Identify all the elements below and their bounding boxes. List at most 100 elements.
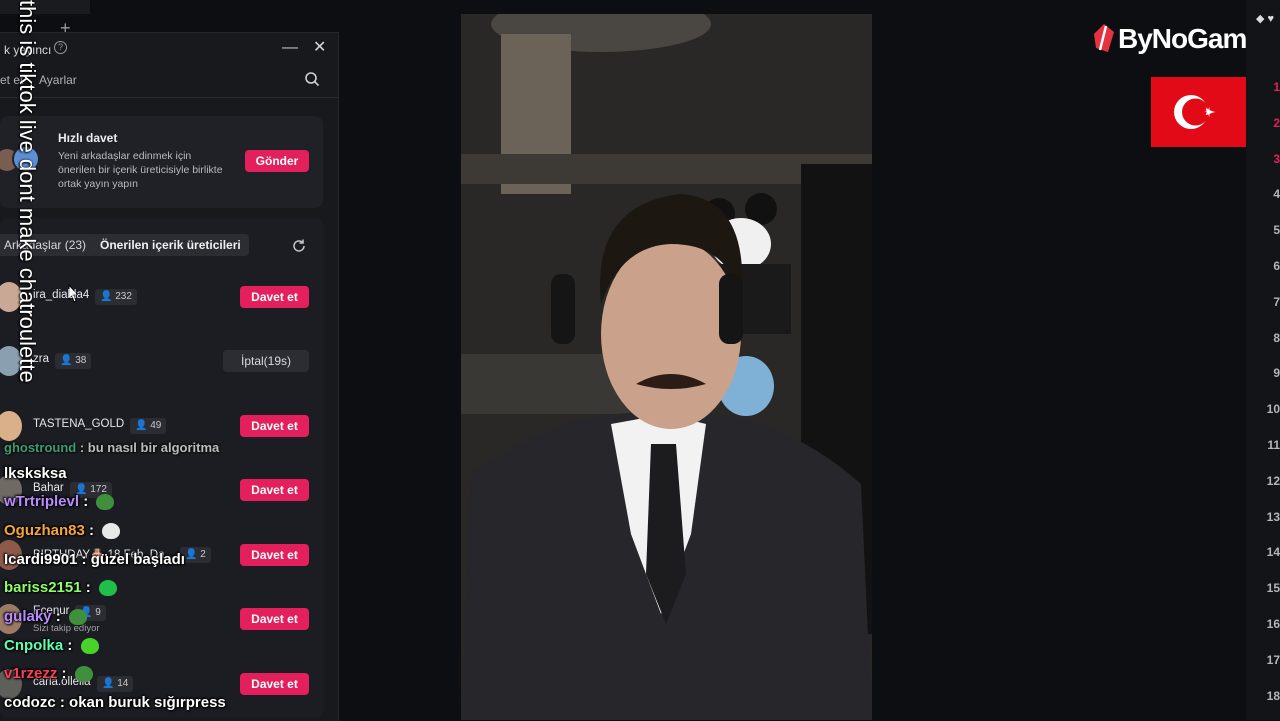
brand-name: ByNoGame — [1118, 23, 1262, 54]
send-button[interactable]: Gönder — [245, 150, 309, 172]
chat-username: gulaky — [4, 608, 52, 625]
leaderboard-rank: 18 — [1266, 688, 1280, 703]
webcam-feed — [461, 14, 872, 720]
user-icon: 👤 — [60, 355, 76, 366]
chat-separator: : — [81, 579, 95, 596]
user-icon: 👤 — [135, 420, 151, 431]
leaderboard-rank: 3 — [1273, 151, 1280, 166]
gift-icon: ◆ ♥ — [1256, 13, 1275, 25]
leaderboard-rank: 4 — [1273, 187, 1280, 202]
creator-name: ira_diabla4 — [33, 289, 90, 301]
chat-separator: : — [57, 665, 71, 682]
leaderboard-column — [1246, 0, 1280, 720]
follower-count: 38 — [75, 355, 87, 366]
streamer-image — [461, 14, 872, 720]
close-icon[interactable]: ✕ — [313, 37, 326, 57]
chat-message: wTrtriplevl : — [4, 493, 115, 511]
invite-button[interactable]: Davet et — [240, 415, 309, 437]
chat-message: codozc : okan buruk sığırpress — [4, 694, 226, 711]
chat-message: bariss2151 : — [4, 579, 117, 597]
emote-icon — [74, 666, 93, 683]
chat-username: v1rzezz — [4, 665, 58, 682]
leaderboard-rank: 10 — [1266, 402, 1280, 417]
follower-count-badge: 👤 49 — [130, 418, 167, 434]
turkey-flag-icon — [1151, 77, 1254, 147]
chat-separator: : — [77, 551, 91, 568]
leaderboard-rank: 2 — [1273, 115, 1280, 130]
chat-separator: : — [51, 608, 65, 625]
invite-button[interactable]: Davet et — [240, 286, 309, 308]
invite-button[interactable]: Davet et — [240, 673, 309, 695]
chat-username: codozc — [4, 694, 56, 711]
follower-count-badge: 👤 14 — [97, 676, 134, 692]
chat-separator: : — [79, 493, 93, 510]
user-icon: 👤 — [185, 549, 201, 560]
quick-invite-card: Hızlı davet Yeni arkadaşlar edinmek için… — [0, 116, 323, 208]
divider — [0, 97, 338, 98]
creator-name: TASTENA_GOLD — [33, 418, 125, 430]
chat-message: Icardi9901 : güzel başladı — [4, 551, 185, 568]
leaderboard-rank: 15 — [1266, 581, 1280, 596]
tab-settings[interactable]: Ayarlar — [39, 73, 77, 87]
follower-count: 2 — [200, 549, 206, 560]
help-icon[interactable]: ? — [54, 41, 67, 54]
leaderboard-rank: 6 — [1273, 259, 1280, 273]
leaderboard-rank: 11 — [1267, 438, 1280, 452]
cancel-invite-button[interactable]: İptal(19s) — [223, 350, 309, 372]
chat-separator: : — [84, 522, 99, 539]
refresh-icon[interactable] — [291, 238, 307, 254]
quick-invite-title: Hızlı davet — [58, 131, 118, 145]
follower-count: 14 — [117, 678, 129, 689]
user-icon: 👤 — [100, 291, 116, 302]
chat-username: wTrtriplevl — [4, 493, 80, 510]
brand-logo-icon — [1094, 24, 1114, 52]
emote-icon — [68, 609, 87, 626]
leaderboard-rank: 9 — [1273, 366, 1280, 381]
emote-icon — [96, 494, 115, 511]
emote-icon — [80, 638, 99, 655]
emote-icon — [102, 523, 121, 540]
chat-username: Icardi9901 — [4, 551, 78, 568]
follower-count: 49 — [150, 420, 162, 431]
leaderboard-rank: 12 — [1266, 473, 1280, 488]
leaderboard-rank: 14 — [1266, 545, 1280, 560]
chat-username: Cnpolka — [4, 637, 64, 654]
leaderboard-rank: 1 — [1273, 80, 1280, 94]
invite-button[interactable]: Davet et — [240, 608, 309, 630]
chat-message: gulaky : — [4, 608, 87, 626]
invite-button[interactable]: Davet et — [240, 544, 309, 566]
minimize-icon[interactable]: — — [282, 39, 298, 57]
chat-message: Cnpolka : — [4, 637, 99, 655]
overlay-caption: this is tiktok live dont make chatroulet… — [15, 0, 40, 383]
filter-suggested[interactable]: Önerilen içerik üreticileri — [92, 234, 249, 256]
chat-separator: : — [63, 637, 77, 654]
search-icon[interactable] — [304, 71, 320, 87]
emote-icon — [98, 580, 117, 597]
chat-message: Oguzhan83 : — [4, 522, 121, 540]
leaderboard-rank: 16 — [1266, 617, 1280, 631]
leaderboard-rank: 5 — [1273, 223, 1280, 238]
chat-text: okan buruk sığırpress — [69, 694, 226, 711]
leaderboard-rank: 8 — [1273, 330, 1280, 345]
follower-count-badge: 👤 232 — [95, 289, 137, 305]
chat-message: v1rzezz : — [4, 665, 93, 683]
leaderboard-rank: 7 — [1273, 294, 1280, 309]
chat-message: ghostround : bu nasıl bir algoritma — [4, 440, 219, 455]
chat-text: bu nasıl bir algoritma — [87, 440, 220, 455]
chat-username: bariss2151 — [4, 579, 82, 596]
chat-message: lksksksa — [4, 465, 67, 482]
chat-separator: : — [55, 694, 70, 711]
quick-invite-description: Yeni arkadaşlar edinmek için önerilen bi… — [58, 150, 223, 190]
follower-count: 9 — [95, 607, 101, 618]
leaderboard-rank: 13 — [1266, 509, 1280, 524]
chat-text: lksksksa — [4, 465, 67, 482]
chat-username: ghostround — [4, 440, 77, 455]
follower-count: 232 — [115, 291, 132, 302]
leaderboard-rank: 17 — [1266, 652, 1280, 667]
chat-separator: : — [76, 440, 88, 455]
follower-count-badge: 👤 38 — [55, 353, 92, 369]
invite-button[interactable]: Davet et — [240, 479, 309, 501]
user-icon: 👤 — [102, 678, 118, 689]
chat-username: Oguzhan83 — [4, 522, 85, 539]
chat-text: güzel başladı — [90, 551, 185, 568]
